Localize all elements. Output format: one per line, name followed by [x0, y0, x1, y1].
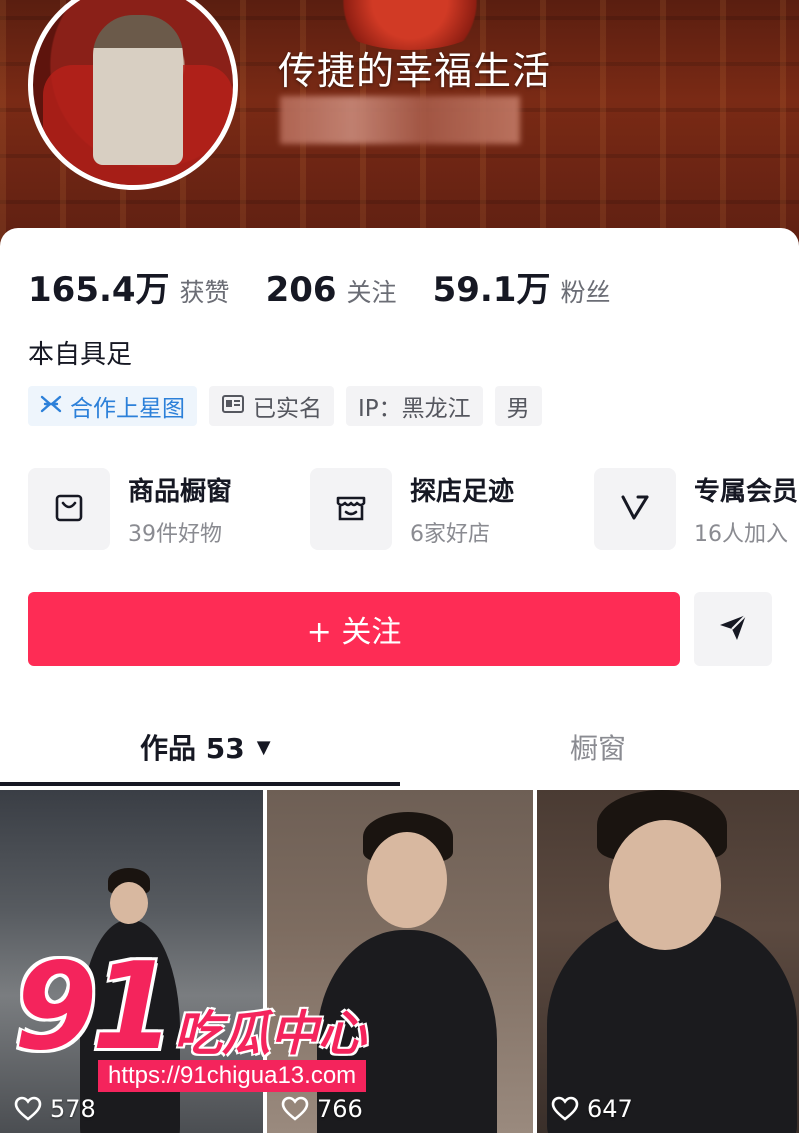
feature-title: 商品橱窗 [128, 476, 233, 507]
active-tab-indicator [0, 782, 400, 786]
likes-count: 647 [587, 1095, 633, 1123]
content-tabs: 作品 53 ▼ 橱窗 [0, 714, 799, 784]
stat-value: 165.4万 [28, 270, 170, 310]
feature-title: 专属会员 [694, 476, 799, 507]
feature-store-visits[interactable]: 探店足迹 6家好店 [310, 468, 514, 550]
heart-outline-icon [281, 1096, 309, 1121]
tag-label: 已实名 [253, 396, 322, 422]
feature-entries: 商品橱窗 39件好物 探店足迹 6家好店 专属会员 16人加入 [28, 468, 799, 552]
feature-title: 探店足迹 [410, 476, 515, 507]
feature-icon-box [310, 468, 392, 550]
feature-icon-box [594, 468, 676, 550]
follow-button[interactable]: + 关注 [28, 592, 680, 666]
stat-label: 粉丝 [560, 278, 611, 307]
star-map-icon [40, 394, 62, 419]
feature-subtitle: 39件好物 [128, 521, 222, 547]
tab-showcase[interactable]: 橱窗 [570, 714, 626, 780]
vip-v-icon [617, 490, 653, 528]
feature-subtitle: 6家好店 [410, 521, 490, 547]
stat-value: 59.1万 [432, 270, 551, 310]
likes-count: 578 [50, 1095, 96, 1123]
tag-verified[interactable]: 已实名 [209, 386, 334, 426]
feature-exclusive-membership[interactable]: 专属会员 16人加入 [594, 468, 798, 550]
site-watermark: 91 吃瓜中心 https://91chigua13.com [14, 948, 394, 1098]
video-likes: 647 [551, 1095, 633, 1123]
stat-label: 获赞 [179, 278, 230, 307]
tag-gender: 男 [494, 386, 542, 426]
tag-label: 男 [506, 396, 530, 422]
stat-followers[interactable]: 59.1万 粉丝 [433, 262, 611, 311]
video-thumbnail[interactable]: 647 [537, 790, 799, 1133]
profile-header: 传捷的幸福生活 [0, 0, 799, 250]
feature-subtitle: 16人加入 [694, 521, 788, 547]
tab-label: 橱窗 [570, 732, 627, 765]
profile-nickname: 传捷的幸福生活 [278, 49, 552, 93]
stats-row: 165.4万 获赞 206 关注 59.1万 粉丝 [28, 262, 646, 311]
send-arrow-icon [717, 612, 749, 646]
caret-down-icon: ▼ [256, 736, 271, 758]
thumbnail-face [609, 820, 721, 950]
heart-outline-icon [14, 1096, 42, 1121]
id-card-icon [221, 394, 245, 419]
stat-following[interactable]: 206 关注 [266, 270, 397, 310]
stat-likes[interactable]: 165.4万 获赞 [28, 262, 230, 311]
thumbnail-face [367, 832, 447, 928]
watermark-url: https://91chigua13.com [98, 1060, 367, 1092]
stat-value: 206 [265, 270, 337, 310]
avatar-figure [93, 15, 183, 165]
heart-outline-icon [551, 1096, 579, 1121]
store-icon [333, 490, 369, 528]
watermark-text: 吃瓜中心 [174, 1006, 367, 1062]
share-button[interactable] [694, 592, 772, 666]
tag-cooperation[interactable]: 合作上星图 [28, 386, 197, 426]
tag-label: 合作上星图 [70, 396, 185, 422]
avatar[interactable] [28, 0, 238, 190]
thumbnail-face [110, 882, 148, 924]
feature-icon-box [28, 468, 110, 550]
tab-label: 作品 53 [140, 732, 245, 765]
stat-label: 关注 [346, 278, 397, 307]
watermark-number: 91 [14, 938, 175, 1077]
likes-count: 766 [317, 1095, 363, 1123]
tag-label: IP：黑龙江 [358, 396, 471, 422]
feature-product-showcase[interactable]: 商品橱窗 39件好物 [28, 468, 232, 550]
shopping-bag-icon [52, 490, 86, 528]
blurred-account-id [280, 96, 520, 144]
video-likes: 578 [14, 1095, 96, 1123]
profile-tags: 合作上星图 已实名 IP：黑龙江 男 [28, 386, 554, 426]
tag-ip-location: IP：黑龙江 [346, 386, 483, 426]
tab-works[interactable]: 作品 53 ▼ [140, 714, 271, 780]
profile-bio: 本自具足 [28, 340, 133, 370]
video-likes: 766 [281, 1095, 363, 1123]
